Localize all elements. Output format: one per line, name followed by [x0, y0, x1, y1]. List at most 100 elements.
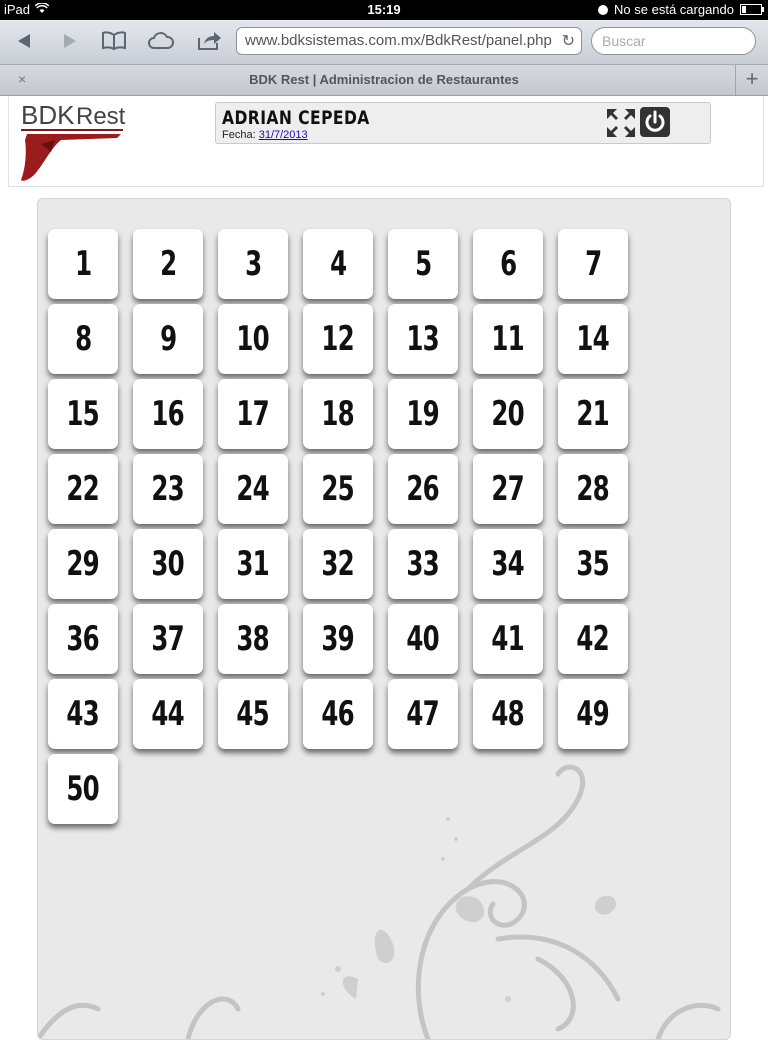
table-button-39[interactable]: 39 [303, 604, 373, 674]
table-button-37[interactable]: 37 [133, 604, 203, 674]
table-number: 22 [66, 469, 100, 509]
table-number: 11 [491, 319, 525, 359]
forward-icon[interactable] [58, 28, 82, 54]
table-number: 42 [576, 619, 610, 659]
table-button-24[interactable]: 24 [218, 454, 288, 524]
bookmarks-icon[interactable] [100, 28, 128, 54]
table-number: 41 [491, 619, 525, 659]
share-icon[interactable] [196, 28, 222, 54]
table-number: 14 [576, 319, 610, 359]
table-button-26[interactable]: 26 [388, 454, 458, 524]
table-button-36[interactable]: 36 [48, 604, 118, 674]
table-button-12[interactable]: 12 [303, 304, 373, 374]
table-button-29[interactable]: 29 [48, 529, 118, 599]
tables-panel: 1 2 3 4 5 6 7 8 9 10 12 13 11 14 15 16 17 18 19 20 21 22 23 24 2… [37, 198, 731, 1040]
table-number: 16 [151, 394, 185, 434]
reload-icon[interactable]: ↻ [562, 31, 575, 51]
table-button-8[interactable]: 8 [48, 304, 118, 374]
table-number: 32 [321, 544, 355, 584]
table-button-42[interactable]: 42 [558, 604, 628, 674]
table-number: 3 [244, 244, 262, 284]
table-button-7[interactable]: 7 [558, 229, 628, 299]
table-button-2[interactable]: 2 [133, 229, 203, 299]
table-button-40[interactable]: 40 [388, 604, 458, 674]
table-button-27[interactable]: 27 [473, 454, 543, 524]
table-number: 29 [66, 544, 100, 584]
table-button-15[interactable]: 15 [48, 379, 118, 449]
table-number: 25 [321, 469, 355, 509]
table-button-32[interactable]: 32 [303, 529, 373, 599]
table-button-9[interactable]: 9 [133, 304, 203, 374]
table-button-4[interactable]: 4 [303, 229, 373, 299]
table-number: 33 [406, 544, 440, 584]
table-number: 40 [406, 619, 440, 659]
table-number: 2 [159, 244, 177, 284]
table-button-43[interactable]: 43 [48, 679, 118, 749]
table-button-25[interactable]: 25 [303, 454, 373, 524]
table-button-20[interactable]: 20 [473, 379, 543, 449]
table-button-18[interactable]: 18 [303, 379, 373, 449]
table-button-21[interactable]: 21 [558, 379, 628, 449]
table-button-35[interactable]: 35 [558, 529, 628, 599]
table-button-17[interactable]: 17 [218, 379, 288, 449]
table-button-10[interactable]: 10 [218, 304, 288, 374]
table-number: 43 [66, 694, 100, 734]
table-button-19[interactable]: 19 [388, 379, 458, 449]
icloud-tabs-icon[interactable] [146, 28, 176, 54]
table-button-48[interactable]: 48 [473, 679, 543, 749]
table-button-14[interactable]: 14 [558, 304, 628, 374]
table-button-31[interactable]: 31 [218, 529, 288, 599]
url-text: www.bdksistemas.com.mx/BdkRest/panel.php [245, 32, 552, 49]
back-icon[interactable] [12, 28, 36, 54]
date-link[interactable]: 31/7/2013 [259, 129, 308, 141]
table-number: 18 [321, 394, 355, 434]
search-input[interactable]: Buscar [591, 27, 756, 55]
table-number: 28 [576, 469, 610, 509]
table-button-28[interactable]: 28 [558, 454, 628, 524]
svg-text:BDK: BDK [21, 100, 75, 130]
table-number: 24 [236, 469, 270, 509]
table-button-49[interactable]: 49 [558, 679, 628, 749]
table-button-5[interactable]: 5 [388, 229, 458, 299]
address-bar[interactable]: www.bdksistemas.com.mx/BdkRest/panel.php… [236, 27, 582, 55]
table-number: 1 [74, 244, 92, 284]
date-line: Fecha: 31/7/2013 [222, 129, 308, 141]
table-number: 26 [406, 469, 440, 509]
table-button-13[interactable]: 13 [388, 304, 458, 374]
table-button-22[interactable]: 22 [48, 454, 118, 524]
table-button-41[interactable]: 41 [473, 604, 543, 674]
fullscreen-icon[interactable] [606, 108, 636, 138]
table-button-23[interactable]: 23 [133, 454, 203, 524]
table-button-50[interactable]: 50 [48, 754, 118, 824]
table-button-45[interactable]: 45 [218, 679, 288, 749]
table-number: 8 [74, 319, 92, 359]
table-button-44[interactable]: 44 [133, 679, 203, 749]
table-button-16[interactable]: 16 [133, 379, 203, 449]
tables-grid: 1 2 3 4 5 6 7 8 9 10 12 13 11 14 15 16 17 18 19 20 21 22 23 24 2… [48, 229, 628, 824]
new-tab-button[interactable]: + [735, 65, 768, 95]
battery-icon [740, 4, 764, 15]
table-number: 50 [66, 769, 100, 809]
alarm-icon [598, 4, 609, 15]
table-button-1[interactable]: 1 [48, 229, 118, 299]
power-icon[interactable] [640, 107, 670, 137]
table-button-34[interactable]: 34 [473, 529, 543, 599]
table-button-11[interactable]: 11 [473, 304, 543, 374]
tab-title[interactable]: BDK Rest | Administracion de Restaurante… [0, 72, 768, 87]
app-header: BDK Rest ADRIAN CEPEDA Fecha: 31/7/2013 [8, 96, 764, 187]
table-number: 46 [321, 694, 355, 734]
table-button-6[interactable]: 6 [473, 229, 543, 299]
table-number: 48 [491, 694, 525, 734]
table-button-38[interactable]: 38 [218, 604, 288, 674]
table-number: 17 [236, 394, 270, 434]
table-button-30[interactable]: 30 [133, 529, 203, 599]
table-button-46[interactable]: 46 [303, 679, 373, 749]
table-button-47[interactable]: 47 [388, 679, 458, 749]
charging-status: No se está cargando [614, 2, 734, 17]
table-button-33[interactable]: 33 [388, 529, 458, 599]
table-number: 4 [329, 244, 347, 284]
table-button-3[interactable]: 3 [218, 229, 288, 299]
table-number: 34 [491, 544, 525, 584]
table-number: 12 [321, 319, 355, 359]
table-number: 6 [499, 244, 517, 284]
